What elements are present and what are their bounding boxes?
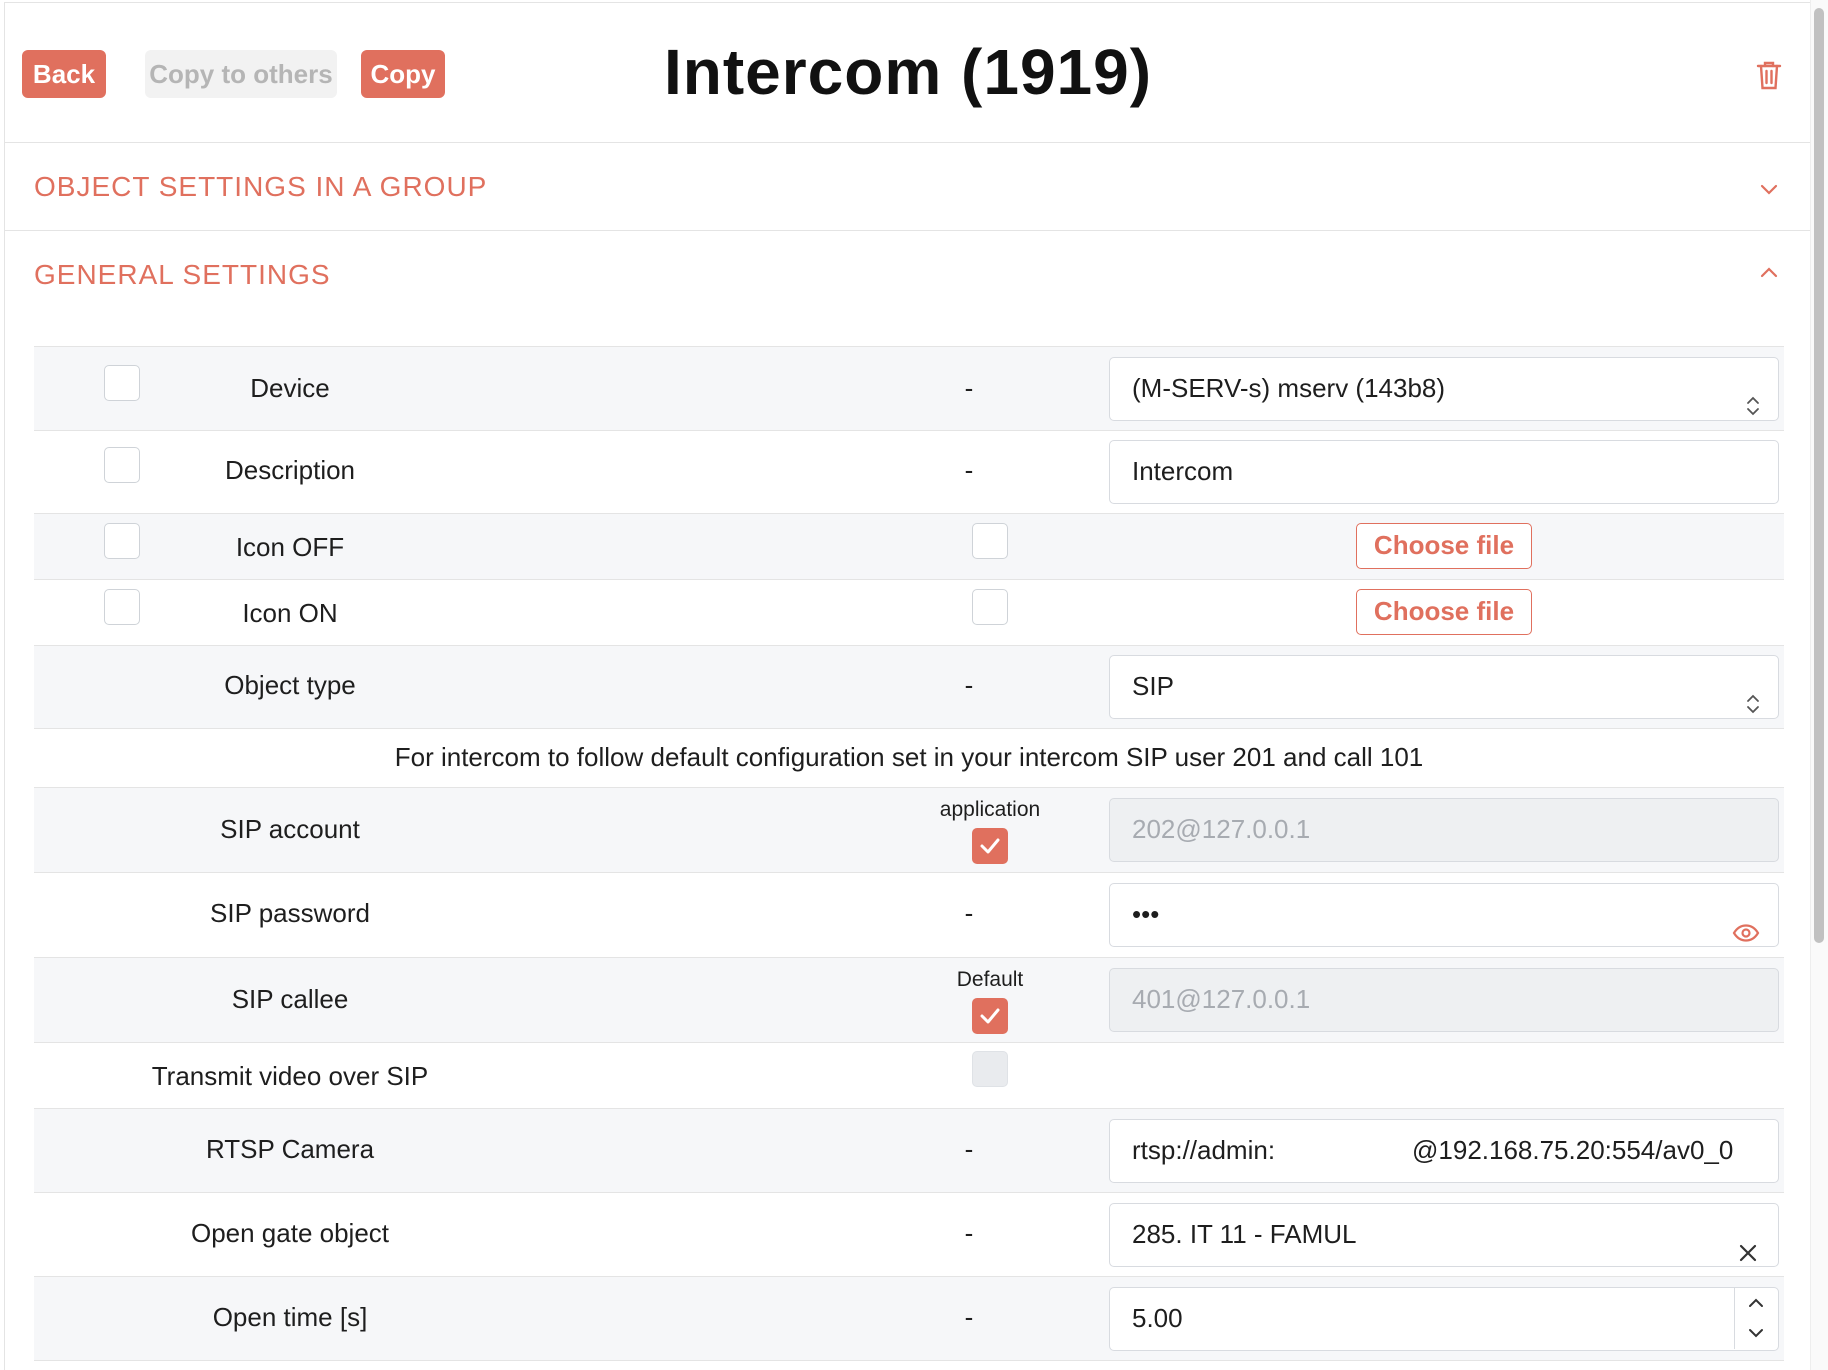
icon-on-checkbox[interactable] bbox=[972, 589, 1008, 625]
row-mid-dash: - bbox=[964, 898, 974, 928]
row-mid-dash: - bbox=[964, 373, 974, 403]
choose-file-button[interactable]: Choose file bbox=[1356, 523, 1532, 569]
row-open-gate-object: Open gate object - 285. IT 11 - FAMUL bbox=[34, 1193, 1784, 1277]
icon-off-checkbox[interactable] bbox=[972, 523, 1008, 559]
sip-account-caption: application bbox=[939, 798, 1041, 821]
open-gate-object-select[interactable]: 285. IT 11 - FAMUL bbox=[1109, 1203, 1779, 1267]
row-transmit-video: Transmit video over SIP bbox=[34, 1043, 1784, 1109]
row-icon-on: Icon ON Choose file bbox=[34, 580, 1784, 646]
object-editor: Back Copy to others Copy Intercom (1919)… bbox=[4, 2, 1810, 1370]
row-mid-dash: - bbox=[964, 1134, 974, 1164]
row-mid-dash: - bbox=[964, 670, 974, 700]
row-label: SIP account bbox=[220, 814, 360, 844]
row-label: Icon OFF bbox=[235, 532, 345, 562]
row-label: SIP callee bbox=[231, 984, 349, 1014]
row-sip-callee: SIP callee Default 401@127.0.0.1 bbox=[34, 958, 1784, 1043]
scrollbar-thumb[interactable] bbox=[1814, 8, 1824, 943]
row-label: Open time [s] bbox=[212, 1302, 368, 1332]
row-label: Description bbox=[224, 455, 356, 485]
row-label: Object type bbox=[224, 670, 356, 700]
sip-callee-caption: Default bbox=[956, 968, 1024, 991]
sip-callee-input-value: 401@127.0.0.1 bbox=[1132, 984, 1311, 1014]
sip-account-input[interactable]: 202@127.0.0.1 bbox=[1109, 798, 1779, 862]
page-scrollbar[interactable] bbox=[1810, 0, 1828, 1370]
select-arrows-icon bbox=[1746, 676, 1760, 718]
row-icon-off: Icon OFF Choose file bbox=[34, 514, 1784, 580]
choose-file-button[interactable]: Choose file bbox=[1356, 589, 1532, 635]
object-type-select-value: SIP bbox=[1132, 671, 1174, 701]
sip-account-input-value: 202@127.0.0.1 bbox=[1132, 814, 1311, 844]
row-object-type: Object type - SIP bbox=[34, 646, 1784, 729]
number-spinner[interactable] bbox=[1734, 1288, 1778, 1349]
sip-callee-input[interactable]: 401@127.0.0.1 bbox=[1109, 968, 1779, 1032]
rtsp-camera-input[interactable]: rtsp://admin: @192.168.75.20:554/av0_0 bbox=[1109, 1119, 1779, 1183]
chevron-up-icon[interactable] bbox=[1757, 261, 1781, 285]
sip-callee-default-checkbox[interactable] bbox=[972, 998, 1008, 1034]
object-type-select[interactable]: SIP bbox=[1109, 655, 1779, 719]
row-mid-dash: - bbox=[964, 1302, 974, 1332]
row-label: Transmit video over SIP bbox=[151, 1061, 429, 1091]
sip-password-input-value: ••• bbox=[1132, 899, 1160, 929]
open-gate-object-value: 285. IT 11 - FAMUL bbox=[1132, 1219, 1357, 1249]
row-device: Device - (M-SERV-s) mserv (143b8) bbox=[34, 347, 1784, 431]
rtsp-camera-host: @192.168.75.20:554/av0_0 bbox=[1412, 1135, 1734, 1165]
eye-icon[interactable] bbox=[1732, 904, 1760, 946]
clear-icon[interactable] bbox=[1738, 1224, 1758, 1266]
row-rtsp-camera: RTSP Camera - rtsp://admin: @192.168.75.… bbox=[34, 1109, 1784, 1193]
section-general-settings[interactable]: GENERAL SETTINGS bbox=[5, 231, 1810, 346]
row-sip-password: SIP password - ••• bbox=[34, 873, 1784, 958]
rtsp-camera-user: rtsp://admin: bbox=[1132, 1135, 1276, 1165]
row-open-time: Open time [s] - 5.00 bbox=[34, 1277, 1784, 1361]
row-label: Icon ON bbox=[242, 598, 338, 628]
section-group-settings[interactable]: OBJECT SETTINGS IN A GROUP bbox=[5, 143, 1810, 231]
row-label: RTSP Camera bbox=[205, 1134, 375, 1164]
intercom-config-note: For intercom to follow default configura… bbox=[394, 742, 1424, 772]
spinner-down-icon bbox=[1749, 1329, 1763, 1338]
page-title: Intercom (1919) bbox=[663, 36, 1153, 108]
trash-icon[interactable] bbox=[1755, 59, 1783, 91]
description-input-value: Intercom bbox=[1132, 456, 1234, 486]
device-select[interactable]: (M-SERV-s) mserv (143b8) bbox=[1109, 357, 1779, 421]
spinner-up-icon bbox=[1749, 1298, 1763, 1307]
section-title-general-settings: GENERAL SETTINGS bbox=[34, 259, 331, 290]
transmit-video-checkbox[interactable] bbox=[972, 1051, 1008, 1087]
row-mid-dash: - bbox=[964, 1218, 974, 1248]
editor-header: Back Copy to others Copy Intercom (1919) bbox=[5, 3, 1810, 143]
sip-account-application-checkbox[interactable] bbox=[972, 828, 1008, 864]
row-note: For intercom to follow default configura… bbox=[34, 729, 1784, 788]
check-icon bbox=[980, 838, 1000, 854]
row-description: Description - Intercom bbox=[34, 431, 1784, 514]
sip-password-input[interactable]: ••• bbox=[1109, 883, 1779, 947]
row-label: Open gate object bbox=[190, 1218, 390, 1248]
section-title-group-settings: OBJECT SETTINGS IN A GROUP bbox=[34, 171, 488, 202]
select-arrows-icon bbox=[1746, 378, 1760, 420]
row-sip-account: SIP account application 202@127.0.0.1 bbox=[34, 788, 1784, 873]
chevron-down-icon[interactable] bbox=[1757, 177, 1781, 201]
open-time-input-value: 5.00 bbox=[1132, 1303, 1183, 1333]
row-mid-dash: - bbox=[964, 455, 974, 485]
row-label: Device bbox=[250, 373, 330, 403]
check-icon bbox=[980, 1008, 1000, 1024]
row-label: SIP password bbox=[210, 898, 370, 928]
settings-table: Device - (M-SERV-s) mserv (143b8) Descri… bbox=[34, 346, 1784, 1361]
device-select-value: (M-SERV-s) mserv (143b8) bbox=[1132, 373, 1446, 403]
open-time-input[interactable]: 5.00 bbox=[1109, 1287, 1779, 1351]
description-input[interactable]: Intercom bbox=[1109, 440, 1779, 504]
